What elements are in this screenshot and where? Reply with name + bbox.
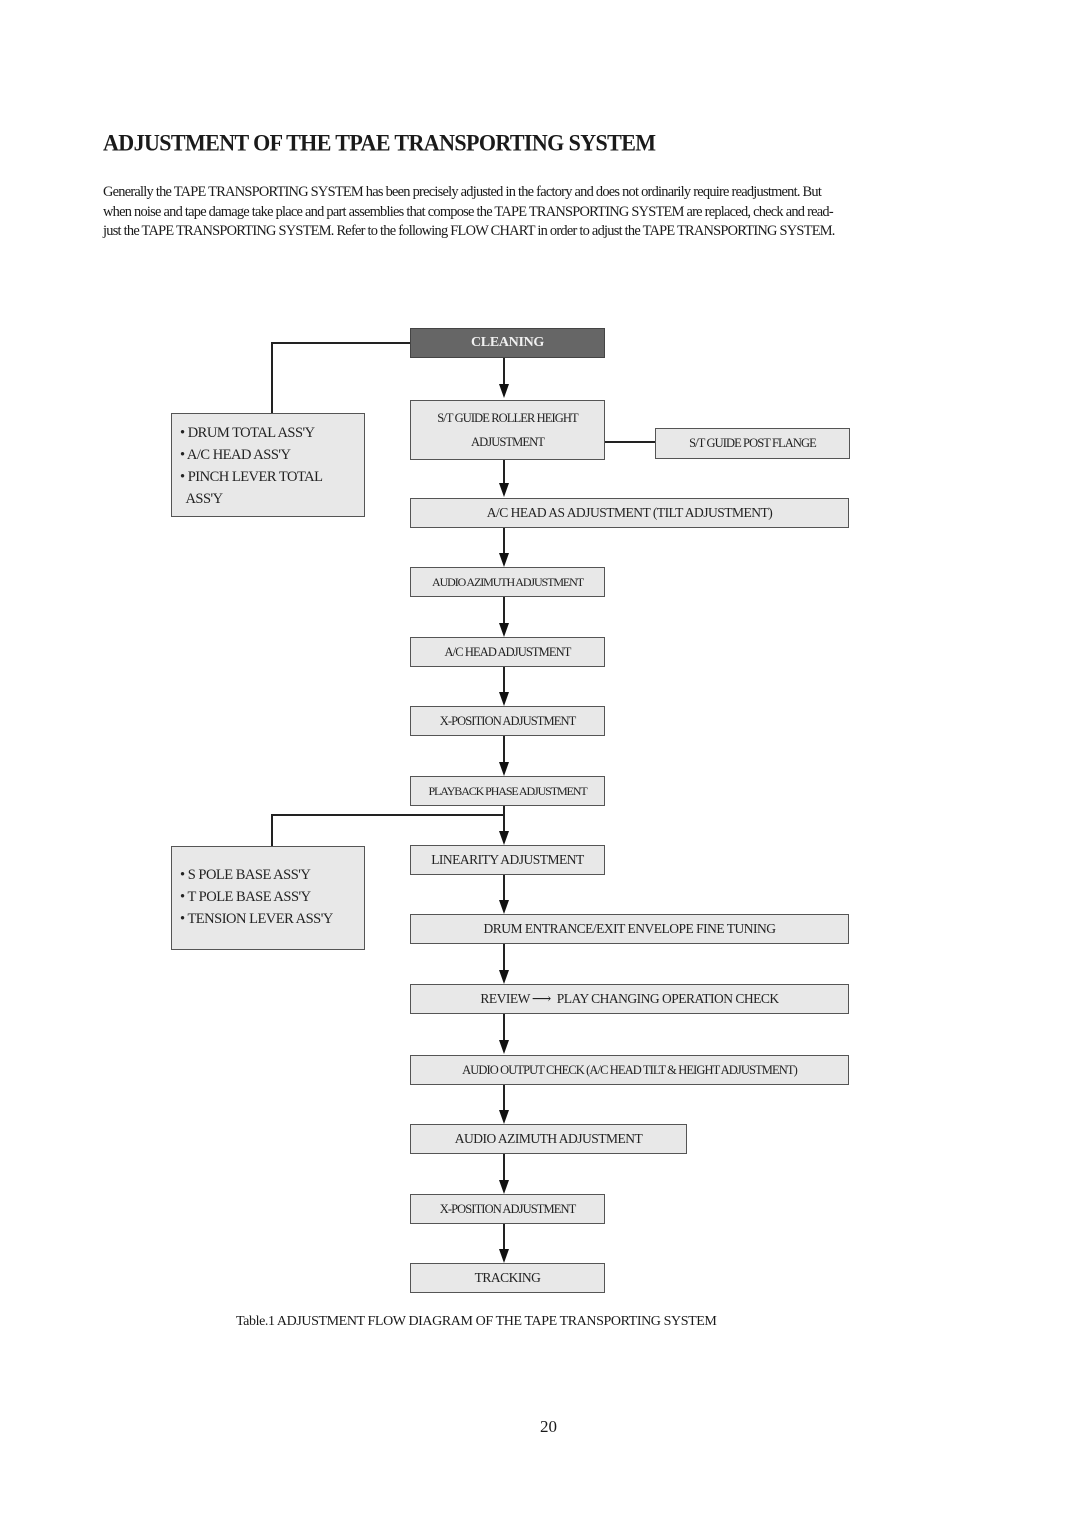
arrow-down-icon (499, 900, 509, 914)
step-st-guide-post-flange: S/T GUIDE POST FLANGE (655, 428, 850, 459)
arrow-down-icon (499, 483, 509, 497)
step-review-play: REVIEW ⟶ PLAY CHANGING OPERATION CHECK (410, 984, 849, 1014)
arrow-down-icon (499, 623, 509, 637)
intro-paragraph: Generally the TAPE TRANSPORTING SYSTEM h… (103, 183, 933, 242)
review-label: REVIEW (480, 991, 530, 1006)
step-drum-envelope: DRUM ENTRANCE/EXIT ENVELOPE FINE TUNING (410, 914, 849, 944)
connector-line (503, 875, 505, 902)
connector-line (503, 597, 505, 624)
step-label: ADJUSTMENT (471, 435, 545, 449)
connector-line (503, 736, 505, 763)
page-number: 20 (540, 1417, 557, 1436)
arrow-down-icon (499, 1040, 509, 1054)
parts-item: • PINCH LEVER TOTAL (180, 469, 323, 485)
step-x-position-2: X-POSITION ADJUSTMENT (410, 1194, 605, 1224)
figure-caption: Table.1 ADJUSTMENT FLOW DIAGRAM OF THE T… (236, 1314, 717, 1329)
connector-line (271, 342, 273, 414)
page-title: ADJUSTMENT OF THE TPAE TRANSPORTING SYST… (103, 129, 656, 156)
parts-item: • A/C HEAD ASS'Y (180, 447, 291, 463)
step-x-position-1: X-POSITION ADJUSTMENT (410, 706, 605, 736)
right-arrow-icon: ⟶ (531, 991, 551, 1006)
connector-line (503, 806, 505, 833)
connector-line (503, 1014, 505, 1041)
step-linearity: LINEARITY ADJUSTMENT (410, 845, 605, 875)
connector-line (503, 667, 505, 694)
step-cleaning: CLEANING (410, 328, 605, 358)
arrow-down-icon (499, 692, 509, 706)
connector-line (503, 1154, 505, 1181)
step-st-guide-roller-height: S/T GUIDE ROLLER HEIGHT ADJUSTMENT (410, 400, 605, 460)
connector-line (605, 441, 656, 443)
connector-line (503, 528, 505, 554)
arrow-down-icon (499, 762, 509, 776)
connector-line (503, 460, 505, 484)
step-ac-head-adjustment: A/C HEAD ADJUSTMENT (410, 637, 605, 667)
connector-line (503, 1085, 505, 1111)
arrow-down-icon (499, 384, 509, 398)
step-label: S/T GUIDE ROLLER HEIGHT (437, 411, 578, 425)
connector-line (503, 358, 505, 386)
intro-line: when noise and tape damage take place an… (103, 203, 834, 220)
step-ac-head-as-adjustment: A/C HEAD AS ADJUSTMENT (TILT ADJUSTMENT) (410, 498, 849, 528)
arrow-down-icon (499, 1249, 509, 1263)
parts-group-1: • DRUM TOTAL ASS'Y • A/C HEAD ASS'Y • PI… (171, 413, 365, 517)
parts-group-2: • S POLE BASE ASS'Y • T POLE BASE ASS'Y … (171, 846, 365, 950)
connector-line (503, 1224, 505, 1250)
parts-item: • T POLE BASE ASS'Y (180, 889, 311, 905)
play-check-label: PLAY CHANGING OPERATION CHECK (556, 991, 779, 1006)
connector-line (271, 342, 410, 344)
connector-line (503, 944, 505, 971)
step-playback-phase: PLAYBACK PHASE ADJUSTMENT (410, 776, 605, 806)
step-audio-azimuth-2: AUDIO AZIMUTH ADJUSTMENT (410, 1124, 687, 1154)
step-tracking: TRACKING (410, 1263, 605, 1293)
parts-item: • DRUM TOTAL ASS'Y (180, 425, 315, 441)
parts-item: • S POLE BASE ASS'Y (180, 867, 311, 883)
intro-line: Generally the TAPE TRANSPORTING SYSTEM h… (103, 184, 822, 200)
arrow-down-icon (499, 831, 509, 845)
arrow-down-icon (499, 553, 509, 567)
arrow-down-icon (499, 970, 509, 984)
connector-line (271, 814, 273, 846)
step-audio-output-check: AUDIO OUTPUT CHECK (A/C HEAD TILT & HEIG… (410, 1055, 849, 1085)
arrow-down-icon (499, 1180, 509, 1194)
parts-item: ASS'Y (180, 491, 223, 507)
arrow-down-icon (499, 1110, 509, 1124)
connector-line (271, 814, 504, 816)
intro-line: just the TAPE TRANSPORTING SYSTEM. Refer… (103, 223, 835, 239)
parts-item: • TENSION LEVER ASS'Y (180, 911, 333, 927)
step-audio-azimuth-1: AUDIO AZIMUTH ADJUSTMENT (410, 567, 605, 597)
